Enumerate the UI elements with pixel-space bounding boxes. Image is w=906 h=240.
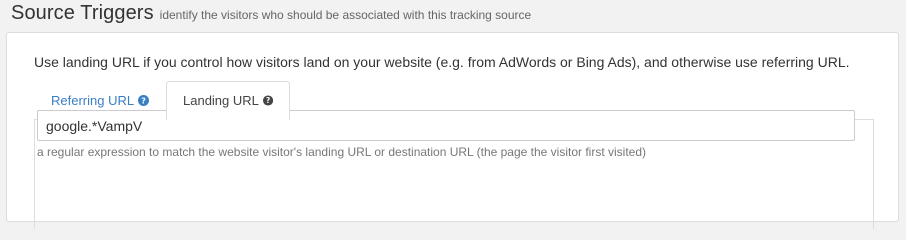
section-header: Source Triggers identify the visitors wh… [11, 2, 531, 28]
intro-text: Use landing URL if you control how visit… [34, 54, 850, 70]
tab-landing-url[interactable]: Landing URL ? [166, 81, 290, 120]
landing-url-help-text: a regular expression to match the websit… [37, 145, 647, 159]
section-title: Source Triggers [11, 2, 154, 24]
landing-url-regex-input[interactable] [37, 110, 855, 141]
svg-text:?: ? [266, 96, 270, 105]
source-triggers-section: Source Triggers identify the visitors wh… [0, 0, 906, 229]
question-circle-icon[interactable]: ? [262, 95, 273, 106]
tab-landing-url-label: Landing URL [183, 93, 259, 108]
tab-referring-url-label: Referring URL [51, 92, 135, 108]
question-circle-icon[interactable]: ? [138, 94, 150, 106]
section-subtitle: identify the visitors who should be asso… [159, 8, 532, 22]
svg-text:?: ? [141, 95, 146, 105]
